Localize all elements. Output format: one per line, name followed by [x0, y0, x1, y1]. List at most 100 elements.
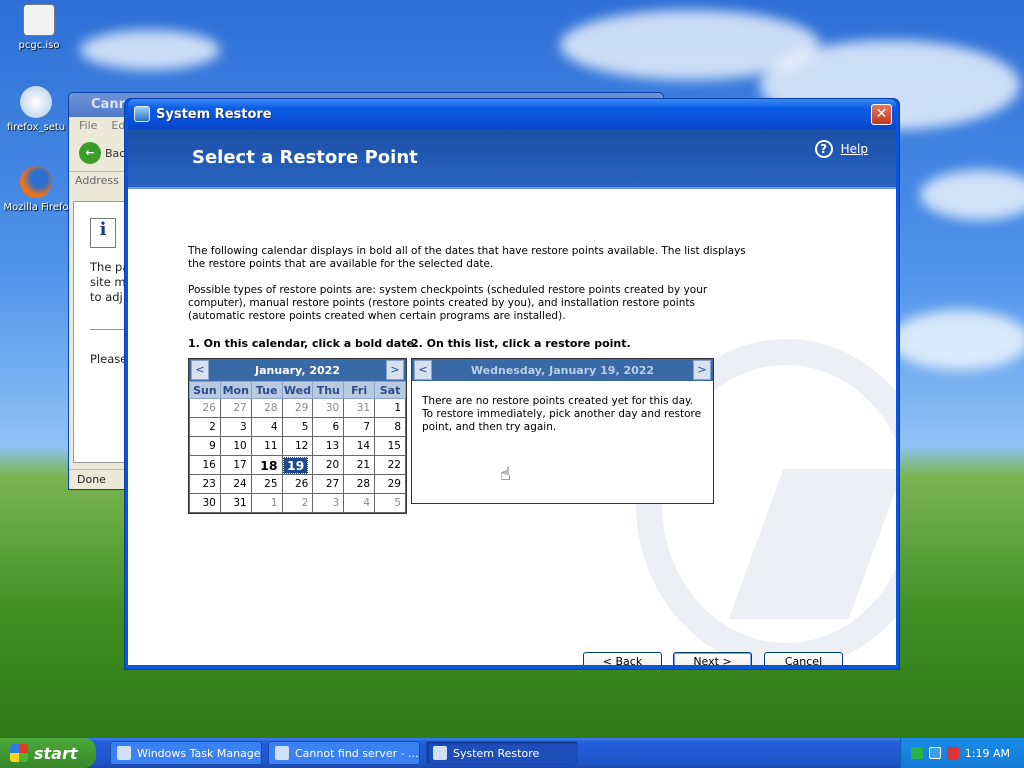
cancel-button[interactable]: Cancel — [764, 652, 843, 665]
calendar-day[interactable]: 21 — [343, 455, 376, 475]
restore-calendar: < January, 2022 > Sun Mon Tue Wed Thu Fri Sat … — [188, 358, 407, 514]
weekday-header: Sat — [374, 381, 406, 399]
taskbar-item-label: Windows Task Manager — [137, 746, 262, 760]
calendar-week-row: 30 31 1 2 3 4 5 — [189, 493, 406, 513]
calendar-day[interactable]: 3 — [219, 417, 252, 437]
weekday-header: Mon — [219, 381, 252, 399]
step-2-label: 2. On this list, click a restore point. — [411, 337, 631, 350]
calendar-day[interactable]: 23 — [189, 474, 221, 494]
list-prev-day-button[interactable]: < — [414, 360, 432, 380]
back-arrow-icon[interactable]: ← — [79, 142, 101, 164]
firefox-icon — [20, 166, 52, 198]
clock[interactable]: 1:19 AM — [965, 747, 1010, 760]
calendar-day[interactable]: 8 — [374, 417, 406, 437]
calendar-day[interactable]: 29 — [374, 474, 406, 494]
next-button[interactable]: Next > — [673, 652, 752, 665]
calendar-day[interactable]: 28 — [343, 474, 376, 494]
help-area: ? Help — [814, 140, 868, 158]
calendar-day[interactable]: 1 — [250, 493, 283, 513]
calendar-day[interactable]: 14 — [343, 436, 376, 456]
calendar-day[interactable]: 3 — [312, 493, 345, 513]
task-manager-icon — [117, 746, 131, 760]
calendar-day[interactable]: 1 — [374, 398, 406, 418]
calendar-day[interactable]: 24 — [219, 474, 252, 494]
desktop-icon-label: firefox_setu — [6, 122, 66, 133]
calendar-day[interactable]: 25 — [250, 474, 283, 494]
system-restore-icon — [134, 106, 150, 122]
calendar-day[interactable]: 22 — [374, 455, 406, 475]
calendar-day[interactable]: 29 — [281, 398, 314, 418]
calendar-day[interactable]: 4 — [343, 493, 376, 513]
taskbar-item-label: System Restore — [453, 746, 540, 760]
calendar-day[interactable]: 17 — [219, 455, 252, 475]
restore-tray-icon[interactable] — [928, 747, 941, 759]
list-next-day-button[interactable]: > — [693, 360, 711, 380]
calendar-week-row: 26 27 28 29 30 31 1 — [189, 398, 406, 418]
system-restore-icon — [433, 746, 447, 760]
weekday-header: Thu — [312, 381, 345, 399]
calendar-day[interactable]: 27 — [219, 398, 252, 418]
calendar-day[interactable]: 31 — [343, 398, 376, 418]
hand-cursor-icon: ☝ — [500, 464, 511, 485]
calendar-month-label: January, 2022 — [255, 363, 340, 377]
calendar-day[interactable]: 10 — [219, 436, 252, 456]
close-button[interactable]: ✕ — [871, 103, 892, 125]
back-button[interactable]: < Back — [583, 652, 662, 665]
calendar-day[interactable]: 16 — [189, 455, 221, 475]
taskbar-item-system-restore[interactable]: System Restore — [426, 741, 578, 765]
calendar-day[interactable]: 30 — [312, 398, 345, 418]
calendar-day[interactable]: 12 — [281, 436, 314, 456]
info-icon: i — [90, 218, 116, 248]
cloud — [80, 30, 220, 70]
weekday-header: Wed — [281, 381, 314, 399]
calendar-day[interactable]: 20 — [312, 455, 345, 475]
dialog-titlebar[interactable]: System Restore ✕ — [128, 99, 896, 129]
calendar-day-selected[interactable]: 19 — [281, 455, 314, 475]
calendar-day[interactable]: 6 — [312, 417, 345, 437]
taskbar-item-task-manager[interactable]: Windows Task Manager — [110, 741, 262, 765]
header-band: Select a Restore Point ? Help — [128, 129, 896, 189]
calendar-day[interactable]: 5 — [374, 493, 406, 513]
calendar-day[interactable]: 2 — [189, 417, 221, 437]
help-icon[interactable]: ? — [814, 140, 833, 158]
calendar-prev-month-button[interactable]: < — [191, 360, 209, 380]
system-tray: 1:19 AM — [900, 738, 1024, 768]
ie-back-label[interactable]: Bac — [105, 147, 125, 160]
types-text: Possible types of restore points are: sy… — [188, 284, 708, 322]
calendar-day[interactable]: 26 — [189, 398, 221, 418]
taskbar: start Windows Task Manager Cannot find s… — [0, 738, 1024, 768]
cloud — [890, 310, 1024, 370]
security-shield-icon[interactable] — [946, 747, 959, 759]
calendar-day[interactable]: 4 — [250, 417, 283, 437]
calendar-week-row: 16 17 18 19 20 21 22 — [189, 455, 406, 475]
calendar-day[interactable]: 9 — [189, 436, 221, 456]
desktop-icon-pcgc-iso[interactable]: pcgc.iso — [4, 4, 74, 51]
system-restore-dialog[interactable]: System Restore ✕ Select a Restore Point … — [124, 98, 900, 670]
calendar-day[interactable]: 7 — [343, 417, 376, 437]
calendar-day[interactable]: 31 — [219, 493, 252, 513]
calendar-day[interactable]: 27 — [312, 474, 345, 494]
setup-cd-icon — [20, 86, 52, 118]
network-icon[interactable] — [910, 747, 923, 759]
step-1-label: 1. On this calendar, click a bold date. — [188, 337, 419, 350]
desktop-icon-mozilla-firefox[interactable]: Mozilla Firefo — [1, 166, 71, 213]
taskbar-item-ie[interactable]: Cannot find server - ... — [268, 741, 420, 765]
ie-icon — [275, 746, 289, 760]
calendar-day[interactable]: 15 — [374, 436, 406, 456]
calendar-day[interactable]: 2 — [281, 493, 314, 513]
calendar-day[interactable]: 13 — [312, 436, 345, 456]
calendar-day[interactable]: 30 — [189, 493, 221, 513]
restore-point-list[interactable]: < Wednesday, January 19, 2022 > There ar… — [411, 358, 714, 504]
calendar-day[interactable]: 18 — [250, 455, 283, 475]
calendar-day[interactable]: 28 — [250, 398, 283, 418]
start-button[interactable]: start — [0, 738, 96, 768]
calendar-week-row: 23 24 25 26 27 28 29 — [189, 474, 406, 494]
calendar-day[interactable]: 5 — [281, 417, 314, 437]
calendar-day[interactable]: 26 — [281, 474, 314, 494]
desktop-icon-firefox-setup[interactable]: firefox_setu — [1, 86, 71, 133]
help-link[interactable]: Help — [841, 142, 868, 156]
calendar-day[interactable]: 11 — [250, 436, 283, 456]
ie-menu-file[interactable]: File — [79, 119, 97, 132]
dialog-title: System Restore — [156, 106, 272, 122]
calendar-next-month-button[interactable]: > — [386, 360, 404, 380]
